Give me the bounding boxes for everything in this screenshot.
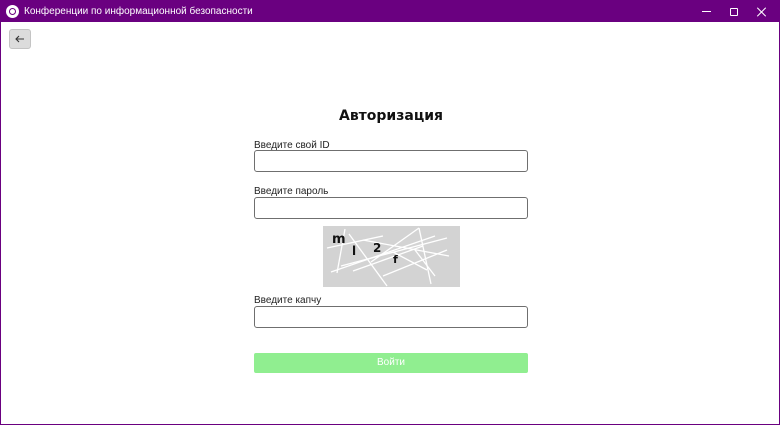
back-button[interactable] (9, 29, 31, 49)
captcha-char: m (332, 232, 346, 247)
captcha-input[interactable] (254, 306, 528, 328)
minimize-icon (701, 11, 711, 12)
page-title: Авторизация (338, 108, 443, 124)
captcha-char: f (393, 253, 398, 266)
login-button[interactable]: Войти (254, 353, 528, 373)
maximize-icon (730, 7, 738, 16)
id-input[interactable] (254, 150, 528, 172)
close-button[interactable] (745, 1, 779, 22)
close-icon (757, 7, 767, 17)
password-input[interactable] (254, 197, 528, 219)
captcha-char: 2 (373, 241, 381, 255)
app-logo-icon (6, 5, 19, 18)
arrow-left-icon (15, 35, 24, 43)
window-title: Конференции по информационной безопаснос… (24, 6, 253, 17)
title-bar[interactable]: Конференции по информационной безопаснос… (1, 1, 779, 22)
captcha-image: m l 2 f (323, 226, 460, 287)
captcha-char: l (352, 244, 356, 258)
app-window: Конференции по информационной безопаснос… (0, 0, 780, 425)
